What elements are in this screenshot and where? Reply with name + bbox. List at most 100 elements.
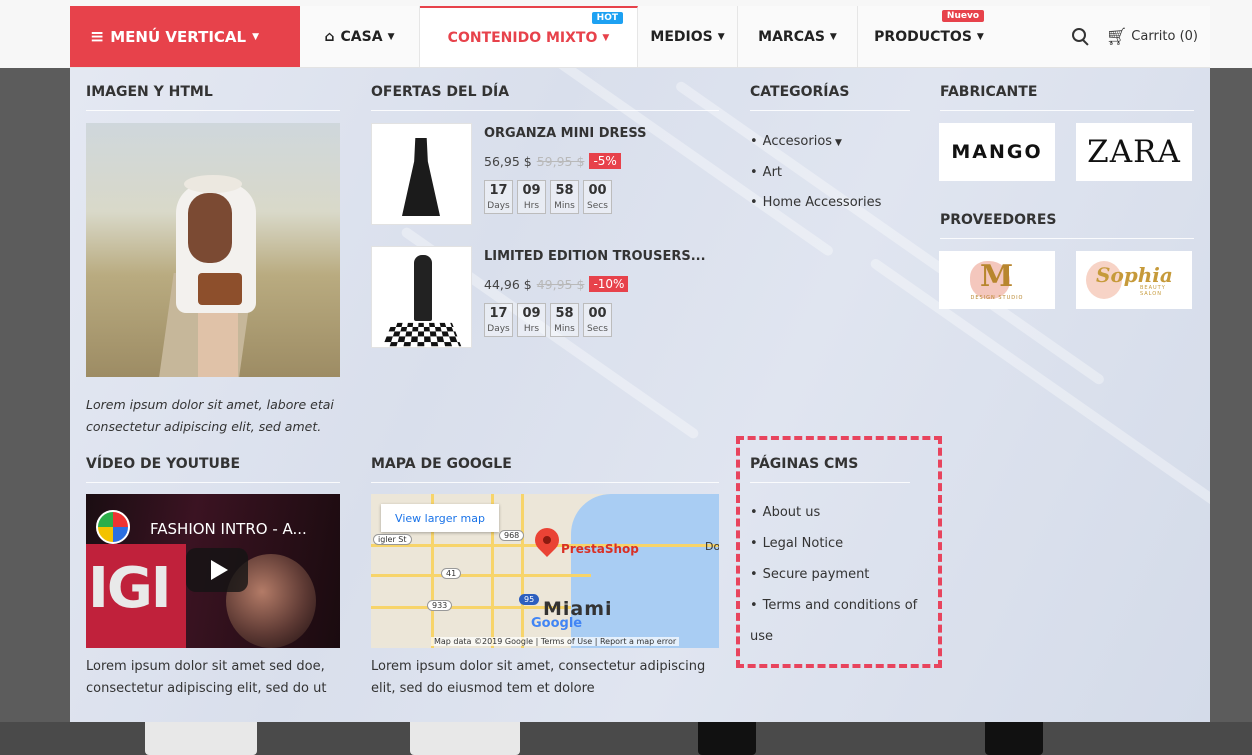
cart-icon: 🛒︎ [1105,26,1128,47]
countdown: 17 Days 09 Hrs 58 Mins 00 Secs [484,180,612,214]
image-html-title: IMAGEN Y HTML [86,84,213,100]
divider [750,110,910,111]
countdown: 17 Days 09 Hrs 58 Mins 00 Secs [484,303,612,337]
cms-link-legal[interactable]: Legal Notice [750,528,920,559]
map-route-shield: 41 [441,568,462,579]
youtube-video[interactable]: IGI FASHION INTRO - A... [86,494,340,648]
manufacturer-logo-zara[interactable]: ZARA [1076,123,1192,181]
view-larger-map-link[interactable]: View larger map [381,504,499,532]
cms-pages-list: About us Legal Notice Secure payment Ter… [750,497,920,652]
background-product-thumb [985,722,1043,755]
google-logo: Google [531,616,583,631]
chevron-down-icon: ▼ [252,31,260,42]
product-price: 44,96 $ [484,276,532,292]
top-navbar: ≡ MENÚ VERTICAL ▼ ⌂ CASA ▼ HOT CONTENIDO… [0,0,1252,68]
manufacturer-logo-mango[interactable]: MANGO [939,123,1055,181]
divider [940,110,1194,111]
page-background-right [1210,68,1252,755]
product-old-price: 59,95 $ [536,153,585,169]
product-name[interactable]: ORGANZA MINI DRESS [484,126,647,141]
header-tools: 🛒︎ Carrito (0) [1068,6,1210,67]
countdown-minutes: 58 Mins [550,180,579,214]
discount-badge: -5% [589,153,621,169]
mega-menu-panel: IMAGEN Y HTML Lorem ipsum dolor sit amet… [70,68,1210,722]
search-icon[interactable] [1068,25,1092,49]
deal-product[interactable]: ORGANZA MINI DRESS 56,95 $ 59,95 $ -5% 1… [371,123,741,225]
divider [371,110,719,111]
category-link[interactable]: Home Accessories [750,188,882,218]
map-route-shield: 95 [519,594,540,605]
supplier-logo-m-design[interactable]: M DESIGN STUDIO [939,251,1055,309]
vertical-menu-button[interactable]: ≡ MENÚ VERTICAL ▼ [70,6,300,67]
cms-link-secure-payment[interactable]: Secure payment [750,559,920,590]
map-place-label: Do [705,540,719,553]
countdown-seconds: 00 Secs [583,180,612,214]
cms-link-terms[interactable]: Terms and conditions of use [750,590,920,652]
nav-item-label: CONTENIDO MIXTO [447,29,598,46]
nav-item-medios[interactable]: MEDIOS ▼ [638,6,738,67]
youtube-caption: Lorem ipsum dolor sit amet sed doe, cons… [86,659,327,696]
google-map-title: MAPA DE GOOGLE [371,456,512,472]
countdown-days: 17 Days [484,303,513,337]
nav-item-label: PRODUCTOS [874,28,972,45]
countdown-seconds: 00 Secs [583,303,612,337]
background-product-thumb [145,722,257,755]
nav-item-productos[interactable]: Nuevo PRODUCTOS ▼ [858,6,1000,67]
deals-title: OFERTAS DEL DÍA [371,84,510,100]
product-image[interactable] [371,123,472,225]
nav-item-casa[interactable]: ⌂ CASA ▼ [300,6,420,67]
play-button[interactable] [186,548,248,592]
cms-title: PÁGINAS CMS [750,456,859,472]
hamburger-icon: ≡ [90,26,105,47]
cart-label: Carrito (0) [1131,29,1198,44]
supplier-logo-sophia[interactable]: Sophia BEAUTY SALON [1076,251,1192,309]
map-route-shield: 968 [499,530,525,541]
lifestyle-photo [86,123,340,377]
countdown-minutes: 58 Mins [550,303,579,337]
cart-link[interactable]: 🛒︎ Carrito (0) [1106,27,1198,47]
map-marker-icon[interactable] [530,523,564,557]
product-price: 56,95 $ [484,153,532,169]
categories-title: CATEGORÍAS [750,84,850,100]
background-product-thumb [698,722,756,755]
channel-avatar[interactable] [96,510,130,544]
chevron-down-icon: ▼ [976,31,984,42]
cms-link-about[interactable]: About us [750,497,920,528]
map-attribution[interactable]: Map data ©2019 Google | Terms of Use | R… [431,637,680,646]
nav-item-marcas[interactable]: MARCAS ▼ [738,6,858,67]
home-icon: ⌂ [324,28,335,45]
divider [86,482,340,483]
product-old-price: 49,95 $ [536,276,585,292]
chevron-down-icon: ▼ [835,138,842,148]
product-image[interactable] [371,246,472,348]
page-background-left [0,68,70,755]
price-row: 56,95 $ 59,95 $ -5% [484,153,621,169]
countdown-hours: 09 Hrs [517,180,546,214]
countdown-hours: 09 Hrs [517,303,546,337]
hot-badge: HOT [591,12,623,24]
product-name[interactable]: LIMITED EDITION TROUSERS... [484,249,706,264]
suppliers-title: PROVEEDORES [940,212,1057,228]
discount-badge: -10% [589,276,629,292]
chevron-down-icon: ▼ [387,31,395,42]
divider [86,110,340,111]
chevron-down-icon: ▼ [829,31,837,42]
vertical-menu-label: MENÚ VERTICAL [110,27,247,46]
countdown-days: 17 Days [484,180,513,214]
video-title[interactable]: FASHION INTRO - A... [150,520,307,538]
map-store-label: PrestaShop [561,542,639,556]
divider [371,482,719,483]
video-thumbnail-text: IGI [88,556,172,621]
deal-product[interactable]: LIMITED EDITION TROUSERS... 44,96 $ 49,9… [371,246,741,348]
image-html-caption: Lorem ipsum dolor sit amet, labore etai … [86,397,334,434]
nav-item-contenido-mixto[interactable]: HOT CONTENIDO MIXTO ▼ [420,6,638,67]
map-street-label: igler St [373,534,412,545]
divider [750,482,910,483]
chevron-down-icon: ▼ [717,31,725,42]
google-map[interactable]: View larger map igler St 968 41 933 95 P… [371,494,719,648]
divider [940,238,1194,239]
category-link[interactable]: Art [750,158,881,188]
google-map-caption: Lorem ipsum dolor sit amet, consectetur … [371,659,706,696]
category-link[interactable]: Accesorios▼ [750,127,881,158]
background-product-thumb [410,722,520,755]
